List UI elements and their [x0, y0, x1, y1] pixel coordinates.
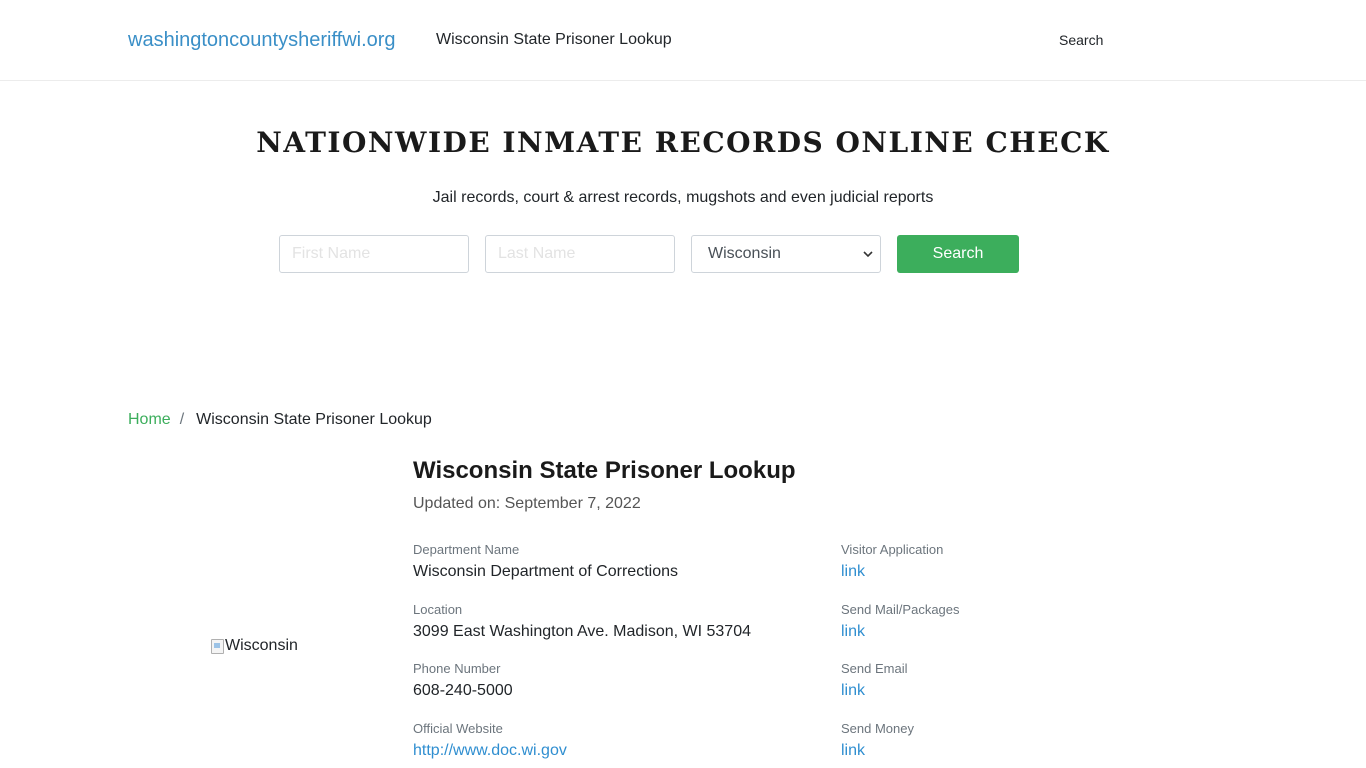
- info-location: Location 3099 East Washington Ave. Madis…: [413, 601, 751, 643]
- breadcrumb-separator: /: [179, 411, 185, 428]
- top-navbar: washingtoncountysheriffwi.org Wisconsin …: [0, 0, 1366, 81]
- info-value: Wisconsin Department of Corrections: [413, 563, 678, 580]
- last-name-input[interactable]: [485, 235, 675, 273]
- visitor-application-link[interactable]: link: [841, 561, 943, 583]
- info-label: Location: [413, 602, 463, 617]
- breadcrumb-home-link[interactable]: Home: [128, 411, 171, 429]
- info-website: Official Website http://www.doc.wi.gov: [413, 720, 567, 762]
- hero-subtitle: Jail records, court & arrest records, mu…: [432, 189, 934, 206]
- broken-image-icon: [211, 638, 224, 654]
- state-select-value: Wisconsin: [708, 245, 781, 262]
- nav-page-link[interactable]: Wisconsin State Prisoner Lookup: [436, 31, 672, 49]
- info-visitor-application: Visitor Application link: [841, 541, 943, 583]
- info-send-money: Send Money link: [841, 720, 914, 762]
- info-send-email: Send Email link: [841, 660, 907, 702]
- info-label: Visitor Application: [841, 542, 944, 557]
- site-brand-link[interactable]: washingtoncountysheriffwi.org: [128, 29, 396, 52]
- state-image-alt: Wisconsin: [225, 637, 298, 654]
- state-select[interactable]: Wisconsin: [691, 235, 881, 273]
- search-button[interactable]: Search: [897, 235, 1019, 273]
- state-image: Wisconsin: [211, 637, 298, 655]
- info-phone: Phone Number 608-240-5000: [413, 660, 513, 702]
- info-label: Send Money: [841, 721, 914, 736]
- hero-title: NATIONWIDE INMATE RECORDS ONLINE CHECK: [256, 126, 1110, 159]
- info-label: Official Website: [413, 721, 503, 736]
- info-send-mail: Send Mail/Packages link: [841, 601, 960, 643]
- info-label: Department Name: [413, 542, 520, 557]
- breadcrumb-current: Wisconsin State Prisoner Lookup: [196, 411, 432, 428]
- info-label: Phone Number: [413, 661, 501, 676]
- updated-date: Updated on: September 7, 2022: [413, 495, 641, 512]
- nav-search-link[interactable]: Search: [1059, 32, 1103, 48]
- info-department: Department Name Wisconsin Department of …: [413, 541, 678, 583]
- breadcrumb: Home / Wisconsin State Prisoner Lookup: [128, 411, 432, 429]
- page-title: Wisconsin State Prisoner Lookup: [413, 457, 796, 484]
- official-website-link[interactable]: http://www.doc.wi.gov: [413, 740, 567, 762]
- info-value: 3099 East Washington Ave. Madison, WI 53…: [413, 623, 751, 640]
- first-name-input[interactable]: [279, 235, 469, 273]
- info-label: Send Mail/Packages: [841, 602, 960, 617]
- info-value: 608-240-5000: [413, 682, 513, 699]
- info-label: Send Email: [841, 661, 908, 676]
- chevron-down-icon: [856, 235, 880, 273]
- send-money-link[interactable]: link: [841, 740, 914, 762]
- send-email-link[interactable]: link: [841, 680, 907, 702]
- send-mail-link[interactable]: link: [841, 621, 960, 643]
